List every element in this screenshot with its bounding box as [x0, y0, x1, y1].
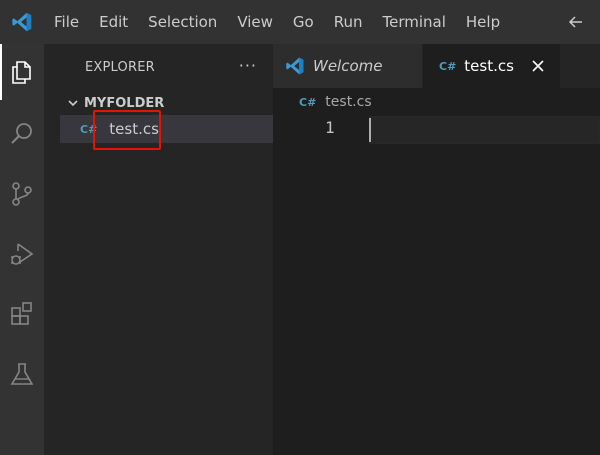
- breadcrumb-file[interactable]: test.cs: [325, 94, 371, 110]
- csharp-file-icon: C#: [439, 59, 457, 73]
- explorer-icon[interactable]: [0, 50, 44, 94]
- text-cursor: [369, 118, 371, 142]
- csharp-file-icon: C#: [299, 95, 317, 109]
- line-number: 1: [325, 118, 335, 137]
- folder-label: MYFOLDER: [84, 95, 165, 111]
- title-bar: File Edit Selection View Go Run Terminal…: [0, 0, 600, 44]
- explorer-sidebar: EXPLORER ··· MYFOLDER C# test.cs: [60, 44, 273, 455]
- run-debug-icon[interactable]: [0, 232, 44, 276]
- menu-run[interactable]: Run: [324, 0, 373, 44]
- current-line-highlight: [369, 116, 600, 144]
- tab-welcome-label: Welcome: [313, 57, 383, 75]
- tab-welcome[interactable]: Welcome: [273, 44, 423, 88]
- menu-file[interactable]: File: [44, 0, 89, 44]
- close-icon[interactable]: [528, 56, 548, 76]
- source-control-icon[interactable]: [0, 172, 44, 216]
- vscode-window: File Edit Selection View Go Run Terminal…: [0, 0, 600, 455]
- explorer-header: EXPLORER ···: [60, 44, 273, 90]
- tab-test-cs[interactable]: C# test.cs: [423, 44, 560, 88]
- sidebar-gutter: [44, 44, 60, 455]
- chevron-down-icon: [66, 96, 80, 110]
- menu-edit[interactable]: Edit: [89, 0, 138, 44]
- extensions-icon[interactable]: [0, 292, 44, 336]
- menu-view[interactable]: View: [227, 0, 283, 44]
- breadcrumb: C# test.cs: [273, 88, 600, 116]
- menu-help[interactable]: Help: [456, 0, 510, 44]
- highlight-annotation: [93, 110, 161, 150]
- file-item-test-cs[interactable]: C# test.cs: [60, 115, 273, 143]
- folder-item-myfolder[interactable]: MYFOLDER: [60, 92, 273, 114]
- editor-tab-bar: Welcome C# test.cs: [273, 44, 600, 88]
- arrow-left-icon[interactable]: [566, 12, 586, 32]
- more-actions-icon[interactable]: ···: [239, 56, 257, 75]
- vscode-logo-icon: [0, 0, 44, 44]
- tab-test-cs-label: test.cs: [464, 57, 514, 75]
- menu-bar: File Edit Selection View Go Run Terminal…: [44, 0, 510, 44]
- code-editor[interactable]: 1: [273, 116, 600, 455]
- activity-bar: [0, 44, 44, 455]
- vscode-logo-icon: [285, 56, 305, 76]
- search-icon[interactable]: [0, 112, 44, 156]
- testing-icon[interactable]: [0, 352, 44, 396]
- menu-selection[interactable]: Selection: [138, 0, 227, 44]
- menu-go[interactable]: Go: [283, 0, 324, 44]
- explorer-title: EXPLORER: [85, 59, 155, 75]
- menu-terminal[interactable]: Terminal: [373, 0, 456, 44]
